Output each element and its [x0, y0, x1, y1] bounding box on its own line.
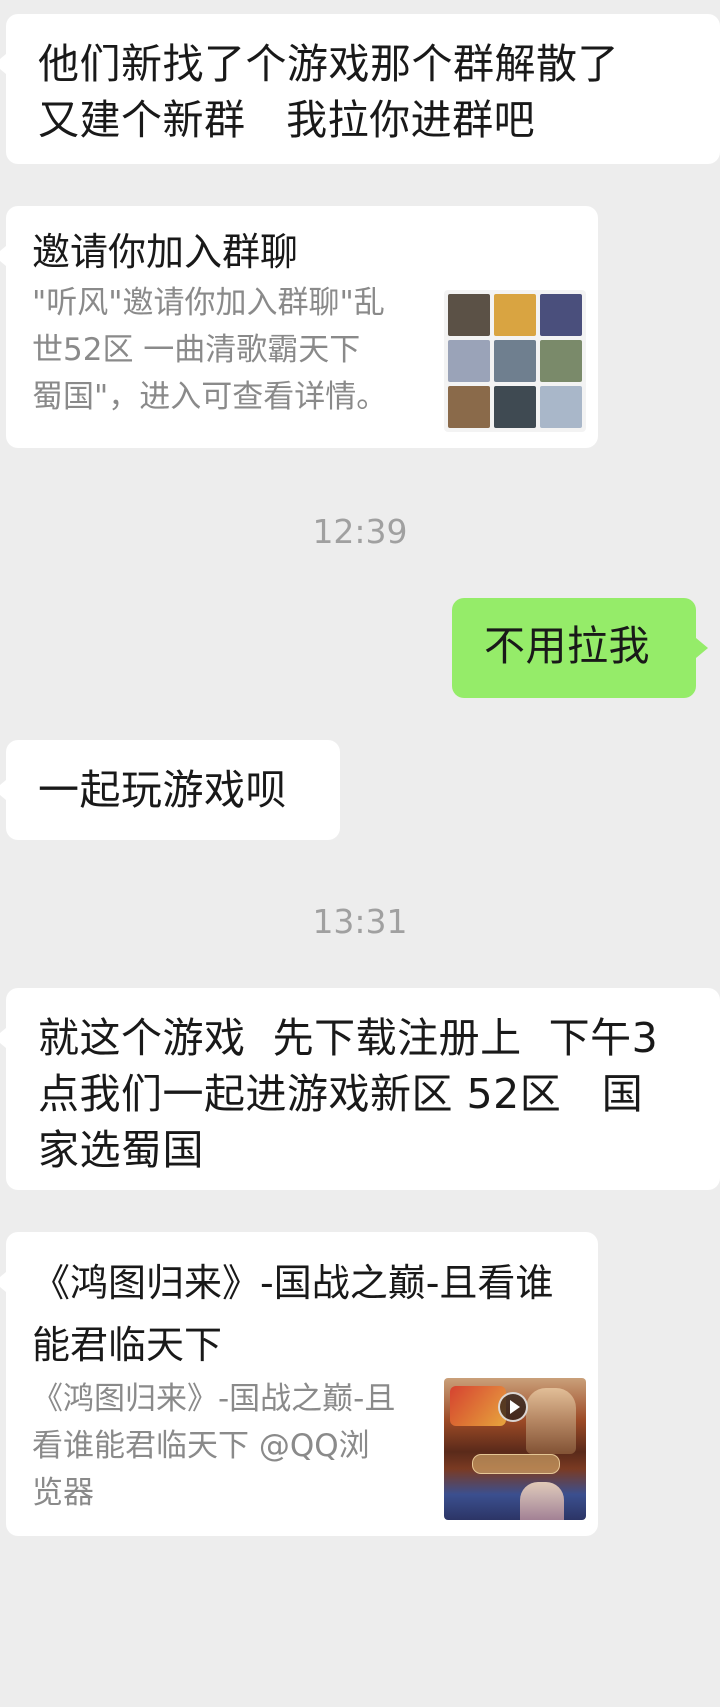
message-bubble[interactable]: 就这个游戏 先下载注册上 下午3 点我们一起进游戏新区 52区 国 家选蜀国 — [0, 988, 720, 1190]
play-icon[interactable] — [498, 1392, 528, 1422]
avatar — [494, 294, 536, 336]
card-title: 邀请你加入群聊 — [32, 230, 299, 274]
card-description: 《鸿图归来》-国战之巅-且 看谁能君临天下 @QQ浏 览器 — [32, 1381, 396, 1511]
message-text: 就这个游戏 先下载注册上 下午3 点我们一起进游戏新区 52区 国 家选蜀国 — [38, 1014, 659, 1174]
group-avatar-grid-icon — [444, 290, 586, 432]
message-text: 他们新找了个游戏那个群解散了 又建个新群 我拉你进群吧 — [38, 40, 619, 144]
message-bubble-sent[interactable]: 不用拉我 — [452, 598, 708, 698]
message-bubble[interactable]: 一起玩游戏呗 — [0, 740, 340, 840]
avatar — [540, 386, 582, 428]
banner-icon — [472, 1454, 560, 1474]
card-title: 《鸿图归来》-国战之巅-且看谁 能君临天下 — [32, 1261, 554, 1367]
avatar — [540, 294, 582, 336]
avatar — [448, 386, 490, 428]
avatar — [448, 340, 490, 382]
message-bubble[interactable]: 他们新找了个游戏那个群解散了 又建个新群 我拉你进群吧 — [0, 14, 720, 164]
game-link-card[interactable]: 《鸿图归来》-国战之巅-且看谁 能君临天下 《鸿图归来》-国战之巅-且 看谁能君… — [0, 1232, 598, 1536]
timestamp: 12:39 — [312, 512, 408, 551]
avatar — [494, 340, 536, 382]
avatar — [448, 294, 490, 336]
avatar — [494, 386, 536, 428]
card-description: "听风"邀请你加入群聊"乱 世52区 一曲清歌霸天下 蜀国"，进入可查看详情。 — [32, 285, 388, 415]
avatar — [540, 340, 582, 382]
timestamp: 13:31 — [312, 902, 408, 941]
game-video-thumbnail-icon — [444, 1378, 586, 1520]
character-figure-icon — [526, 1388, 576, 1454]
message-text: 不用拉我 — [484, 622, 650, 670]
group-invite-card[interactable]: 邀请你加入群聊 "听风"邀请你加入群聊"乱 世52区 一曲清歌霸天下 蜀国"，进… — [0, 206, 598, 448]
message-text: 一起玩游戏呗 — [38, 766, 287, 814]
character-figure-icon — [520, 1482, 564, 1520]
